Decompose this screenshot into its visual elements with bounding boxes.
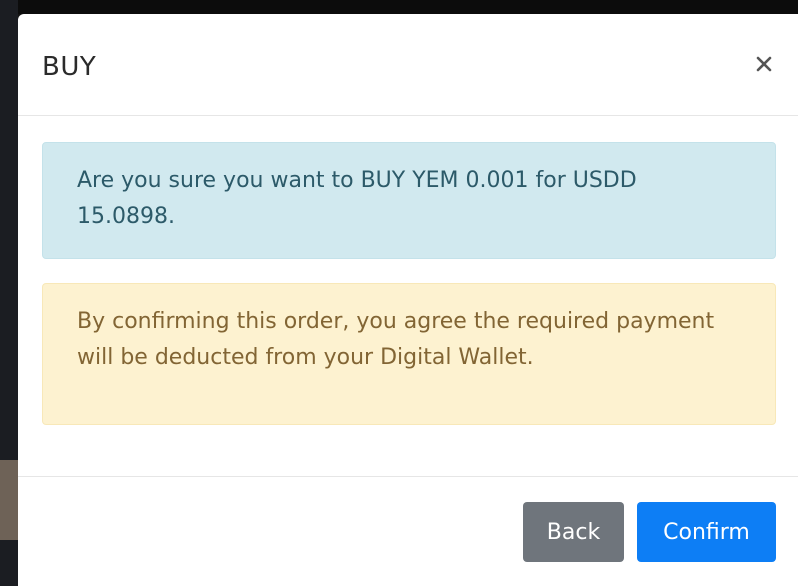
page-backdrop-accent	[0, 460, 18, 540]
confirm-button[interactable]: Confirm	[637, 502, 776, 562]
close-icon	[756, 56, 772, 72]
dialog-body: Are you sure you want to BUY YEM 0.001 f…	[18, 116, 798, 476]
back-button[interactable]: Back	[523, 502, 624, 562]
buy-confirmation-dialog: BUY Are you sure you want to BUY YEM 0.0…	[18, 14, 798, 586]
warning-alert: By confirming this order, you agree the …	[42, 283, 776, 425]
dialog-title: BUY	[42, 52, 97, 82]
dialog-footer: Back Confirm	[18, 476, 798, 586]
dialog-header: BUY	[18, 14, 798, 116]
info-alert: Are you sure you want to BUY YEM 0.001 f…	[42, 142, 776, 259]
close-button[interactable]	[752, 52, 776, 76]
page-backdrop-top	[0, 0, 798, 14]
